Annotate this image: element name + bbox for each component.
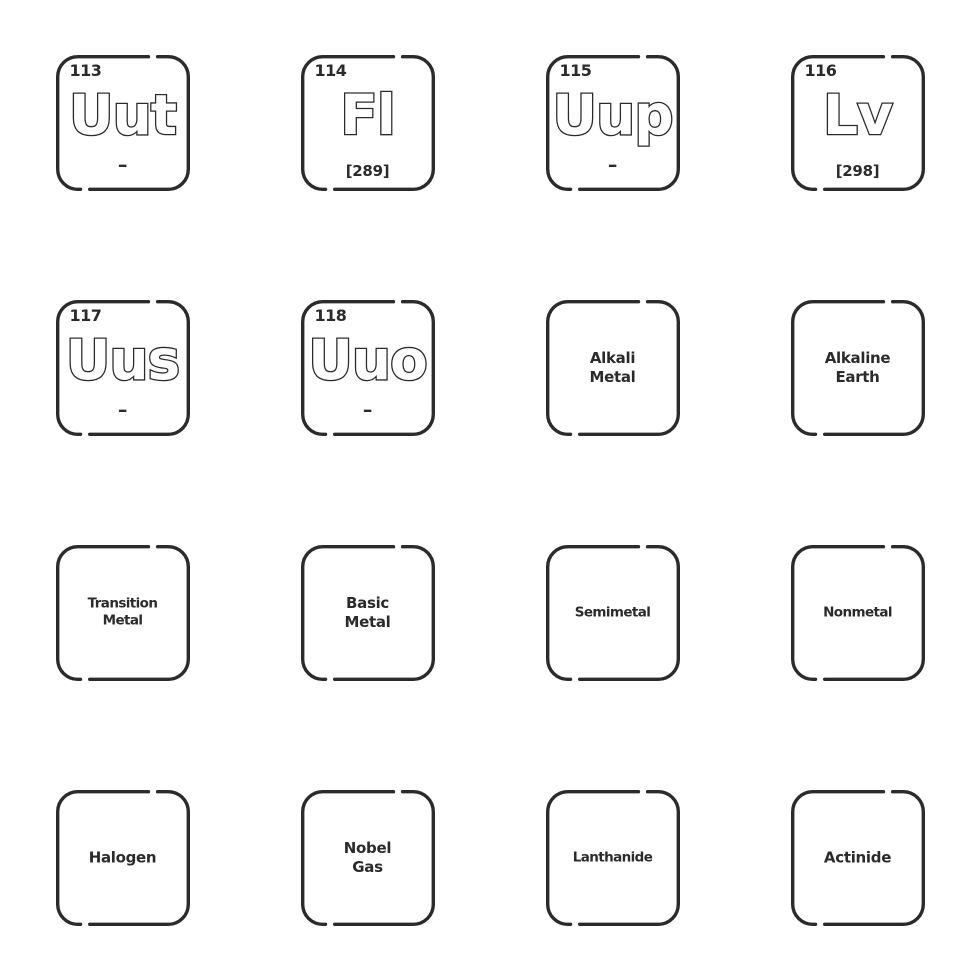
tile-content: 115 Uup –: [546, 55, 680, 191]
category-nonmetal[interactable]: Nonmetal: [790, 544, 925, 681]
atomic-mass: [289]: [345, 161, 390, 180]
tile-content: Alkali Metal: [546, 300, 680, 436]
tile-content: 113 Uut –: [56, 55, 190, 191]
tile-content: Alkaline Earth: [791, 300, 925, 436]
category-basic-metal[interactable]: Basic Metal: [300, 544, 435, 681]
icon-cell: 115 Uup –: [490, 0, 735, 245]
element-symbol: Uup: [551, 83, 675, 147]
tile-content: 117 Uus –: [56, 300, 190, 436]
tile-content: Nonmetal: [791, 545, 925, 681]
element-symbol-wrap: Fl: [301, 79, 435, 153]
element-117-uus[interactable]: 117 Uus –: [55, 299, 190, 436]
element-symbol: Uut: [68, 83, 179, 147]
element-symbol: Uuo: [307, 328, 429, 392]
category-transition-metal[interactable]: Transition Metal: [55, 544, 190, 681]
category-alkaline-earth[interactable]: Alkaline Earth: [790, 299, 925, 436]
category-alkali-metal[interactable]: Alkali Metal: [545, 299, 680, 436]
tile-content: Nobel Gas: [301, 790, 435, 926]
element-114-fl[interactable]: 114 Fl [289]: [300, 54, 435, 191]
category-label: Lanthanide: [572, 848, 653, 865]
tile-content: 114 Fl [289]: [301, 55, 435, 191]
icon-cell: 117 Uus –: [0, 245, 245, 490]
tile-content: 118 Uuo –: [301, 300, 435, 436]
category-label: Alkaline Earth: [824, 348, 891, 386]
atomic-number: 115: [559, 60, 592, 80]
category-label: Semimetal: [574, 603, 651, 620]
atomic-mass: [298]: [835, 161, 880, 180]
icon-sheet: 113 Uut – 114 Fl [289] 115 Uup – 116 Lv [298] 117 Uus…: [0, 0, 980, 980]
tile-content: Lanthanide: [546, 790, 680, 926]
atomic-number: 114: [314, 60, 347, 80]
element-symbol: Lv: [822, 83, 895, 147]
icon-cell: Basic Metal: [245, 490, 490, 735]
element-118-uuo[interactable]: 118 Uuo –: [300, 299, 435, 436]
icon-cell: Semimetal: [490, 490, 735, 735]
icon-cell: Halogen: [0, 735, 245, 980]
atomic-mass: –: [117, 153, 128, 176]
element-symbol-wrap: Uus: [56, 324, 190, 398]
tile-content: Actinide: [791, 790, 925, 926]
element-symbol: Uus: [64, 328, 181, 392]
icon-cell: 116 Lv [298]: [735, 0, 980, 245]
element-116-lv[interactable]: 116 Lv [298]: [790, 54, 925, 191]
atomic-number: 117: [69, 305, 102, 325]
atomic-mass: –: [117, 398, 128, 421]
category-label: Basic Metal: [344, 593, 391, 631]
icon-cell: Alkaline Earth: [735, 245, 980, 490]
tile-content: Semimetal: [546, 545, 680, 681]
element-symbol: Fl: [339, 83, 397, 147]
element-symbol-wrap: Uuo: [301, 324, 435, 398]
category-nobel-gas[interactable]: Nobel Gas: [300, 789, 435, 926]
category-actinide[interactable]: Actinide: [790, 789, 925, 926]
category-label: Alkali Metal: [589, 348, 636, 386]
category-label: Actinide: [823, 847, 892, 866]
icon-cell: Nobel Gas: [245, 735, 490, 980]
icon-grid: 113 Uut – 114 Fl [289] 115 Uup – 116 Lv [298] 117 Uus…: [0, 0, 980, 980]
category-label: Halogen: [88, 847, 157, 866]
icon-cell: Actinide: [735, 735, 980, 980]
element-115-uup[interactable]: 115 Uup –: [545, 54, 680, 191]
category-semimetal[interactable]: Semimetal: [545, 544, 680, 681]
atomic-mass: –: [607, 153, 618, 176]
element-113-uut[interactable]: 113 Uut –: [55, 54, 190, 191]
tile-content: Basic Metal: [301, 545, 435, 681]
element-symbol-wrap: Uup: [546, 79, 680, 153]
tile-content: 116 Lv [298]: [791, 55, 925, 191]
tile-content: Halogen: [56, 790, 190, 926]
icon-cell: Lanthanide: [490, 735, 735, 980]
category-label: Transition Metal: [87, 595, 158, 629]
atomic-mass: –: [362, 398, 373, 421]
atomic-number: 118: [314, 305, 347, 325]
icon-cell: Alkali Metal: [490, 245, 735, 490]
element-symbol-wrap: Uut: [56, 79, 190, 153]
icon-cell: 113 Uut –: [0, 0, 245, 245]
atomic-number: 113: [69, 60, 102, 80]
icon-cell: 118 Uuo –: [245, 245, 490, 490]
category-label: Nobel Gas: [343, 838, 392, 876]
element-symbol-wrap: Lv: [791, 79, 925, 153]
category-halogen[interactable]: Halogen: [55, 789, 190, 926]
icon-cell: Nonmetal: [735, 490, 980, 735]
tile-content: Transition Metal: [56, 545, 190, 681]
icon-cell: Transition Metal: [0, 490, 245, 735]
category-lanthanide[interactable]: Lanthanide: [545, 789, 680, 926]
icon-cell: 114 Fl [289]: [245, 0, 490, 245]
category-label: Nonmetal: [823, 603, 892, 620]
atomic-number: 116: [804, 60, 837, 80]
